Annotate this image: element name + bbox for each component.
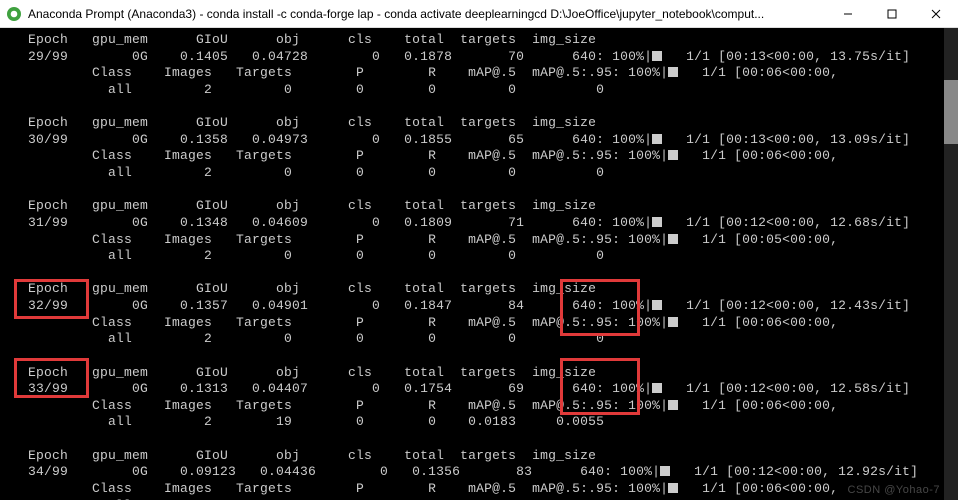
terminal-output: Epoch gpu_mem GIoU obj cls total targets… [0,28,958,500]
highlight-img-33 [560,358,640,415]
watermark: CSDN @Yohao‑7 [848,484,940,496]
anaconda-icon [6,6,22,22]
maximize-button[interactable] [870,0,914,28]
scrollbar-track[interactable] [944,28,958,500]
title-bar: Anaconda Prompt (Anaconda3) - conda inst… [0,0,958,28]
scrollbar-thumb[interactable] [944,80,958,144]
highlight-epoch-32 [14,279,89,319]
terminal-text: Epoch gpu_mem GIoU obj cls total targets… [4,32,948,500]
minimize-button[interactable] [826,0,870,28]
highlight-img-32 [560,279,640,336]
window-title: Anaconda Prompt (Anaconda3) - conda inst… [28,7,764,21]
highlight-epoch-33 [14,358,89,398]
close-button[interactable] [914,0,958,28]
window-controls [826,0,958,28]
